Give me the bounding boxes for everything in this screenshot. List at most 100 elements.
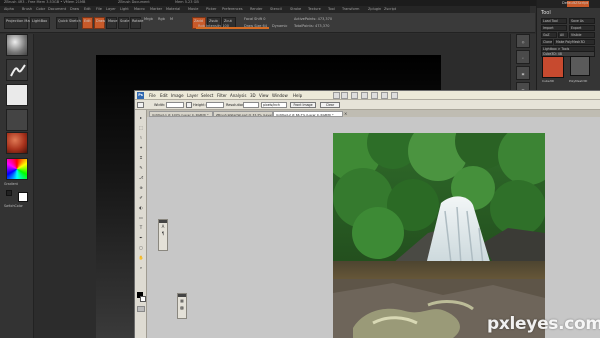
photoshop-menu-item[interactable]: Image [171,93,184,98]
background-color-swatch[interactable] [140,296,146,302]
photoshop-menu-item[interactable]: Select [201,93,213,98]
swap-dimensions-icon[interactable] [186,102,192,108]
move-button[interactable]: Move [106,17,117,29]
focal-shift-slider[interactable]: Focal Shift 0 [244,17,265,21]
secondary-color-swatch[interactable] [6,190,12,196]
zbrush-menu-item[interactable]: Stroke [290,7,301,11]
zoom-level-icon[interactable] [351,92,358,99]
brush-preset-icon[interactable]: ▩ [178,304,186,311]
zbrush-menu-item[interactable]: Preferences [222,7,243,11]
photoshop-menu-item[interactable]: Analysis [230,93,246,98]
close-tab-icon[interactable]: × [344,111,347,116]
zbrush-menu-item[interactable]: Layer [106,7,116,11]
stroke-freehand-icon[interactable] [6,59,28,81]
visible-button[interactable]: Visible [569,32,595,38]
clear-button[interactable]: Clear [320,102,340,108]
current-tool-thumbnail[interactable] [542,56,564,78]
height-field[interactable] [206,102,224,108]
photoshop-menu-item[interactable]: View [259,93,269,98]
photoshop-menu-item[interactable]: Edit [160,93,168,98]
scroll-icon[interactable]: ◎ [516,34,530,48]
photoshop-tool-icon[interactable]: ✋ [137,254,145,261]
quick-sketch-button[interactable]: Quick Sketch [56,17,81,29]
projection-master-button[interactable]: Projection Master [4,17,36,29]
photoshop-tool-icon[interactable]: ⌗ [137,154,145,161]
brush-standard-icon[interactable] [6,34,28,56]
paragraph-icon[interactable]: ¶ [159,230,167,237]
polymesh-thumbnail[interactable] [570,56,590,76]
crop-tool-preset-icon[interactable] [137,102,144,108]
draw-button[interactable]: Draw [94,17,105,29]
hand-icon[interactable] [361,92,368,99]
zbrush-menu-item[interactable]: File [96,7,102,11]
photoshop-tool-icon[interactable]: ◻ [137,244,145,251]
photoshop-tool-icon[interactable]: T [137,224,145,231]
alpha-off-icon[interactable] [6,84,28,106]
zbrush-menu-item[interactable]: Picker [206,7,216,11]
photoshop-menu-item[interactable]: File [149,93,156,98]
zbrush-menu-item[interactable]: Texture [308,7,321,11]
m-toggle[interactable]: M [170,17,173,21]
resolution-field[interactable] [243,102,259,108]
save-as-button[interactable]: Save As [569,18,595,24]
waterfall-photo[interactable] [333,133,545,338]
photoshop-tool-icon[interactable]: ✦ [137,144,145,151]
photoshop-tool-icon[interactable]: ⎇ [137,174,145,181]
zbrush-menu-item[interactable]: Document [48,7,66,11]
material-icon[interactable] [6,132,28,154]
zbrush-menu-item[interactable]: Edit [84,7,91,11]
history-panel-collapsed[interactable]: A ¶ [158,219,168,251]
mrgb-toggle[interactable]: Mrgb [144,17,153,21]
load-tool-button[interactable]: Load Tool [541,18,567,24]
photoshop-tool-icon[interactable]: ✐ [137,194,145,201]
scale-button[interactable]: Scale [118,17,129,29]
arrange-icon[interactable] [341,92,348,99]
make-polymesh-button[interactable]: Make PolyMesh3D [554,39,595,45]
clone-button[interactable]: Clone [541,39,553,45]
photoshop-tool-icon[interactable]: ▭ [137,214,145,221]
photoshop-tool-icon[interactable]: ⊕ [137,184,145,191]
zbrush-menu-item[interactable]: Zscript [384,7,396,11]
zbrush-menu-item[interactable]: Movie [188,7,198,11]
extras-icon[interactable] [391,92,398,99]
layers-icon[interactable]: ▦ [178,297,186,304]
photoshop-tool-icon[interactable]: ✎ [137,164,145,171]
rgb-toggle[interactable]: Rgb [158,17,165,21]
photoshop-menu-item[interactable]: Help [293,93,302,98]
tool-palette-title[interactable]: Tool [541,10,551,16]
main-color-swatch[interactable] [18,192,28,202]
zbrush-menu-item[interactable]: Transform [342,7,359,11]
zbrush-menu-item[interactable]: Macro [134,7,145,11]
zbrush-menu-item[interactable]: Tool [328,7,335,11]
zbrush-menu-item[interactable]: Marker [150,7,162,11]
front-image-button[interactable]: Front Image [290,102,316,108]
actual-size-icon[interactable]: ▣ [516,66,530,80]
zoom-icon[interactable]: ⌕ [516,50,530,64]
zbrush-menu-item[interactable]: Material [166,7,180,11]
tools-panel-collapsed[interactable]: ▦ ▩ [177,293,187,319]
photoshop-tool-icon[interactable]: ⌕ [137,264,145,271]
photoshop-tool-icon[interactable]: ✒ [137,234,145,241]
all-button[interactable]: All [558,32,568,38]
photoshop-menu-item[interactable]: 3D [250,93,256,98]
zbrush-menu-item[interactable]: Alpha [4,7,14,11]
zbrush-menu-item[interactable]: Color [36,7,45,11]
export-button[interactable]: Export [569,25,595,31]
zbrush-menu-item[interactable]: Brush [22,7,32,11]
quick-mask-icon[interactable] [137,306,145,312]
rotate-view-icon[interactable] [381,92,388,99]
photoshop-menu-item[interactable]: Layer [187,93,198,98]
photoshop-tool-icon[interactable]: ⌇ [137,134,145,141]
dynamic-toggle[interactable]: Dynamic [272,24,287,28]
photoshop-tool-icon[interactable]: ▸ [137,114,145,121]
rotate-button[interactable]: Rotate [130,17,143,29]
edit-button[interactable]: Edit [82,17,93,29]
zbrush-menu-item[interactable]: Zplugin [368,7,381,11]
lightbox-button[interactable]: LightBox [30,17,50,29]
import-button[interactable]: Import [541,25,567,31]
color-picker-icon[interactable] [6,158,28,180]
photoshop-menu-item[interactable]: Window [272,93,288,98]
photoshop-tool-icon[interactable]: ◐ [137,204,145,211]
zbrush-menu-item[interactable]: Draw [70,7,79,11]
zoom-tool-icon[interactable] [371,92,378,99]
